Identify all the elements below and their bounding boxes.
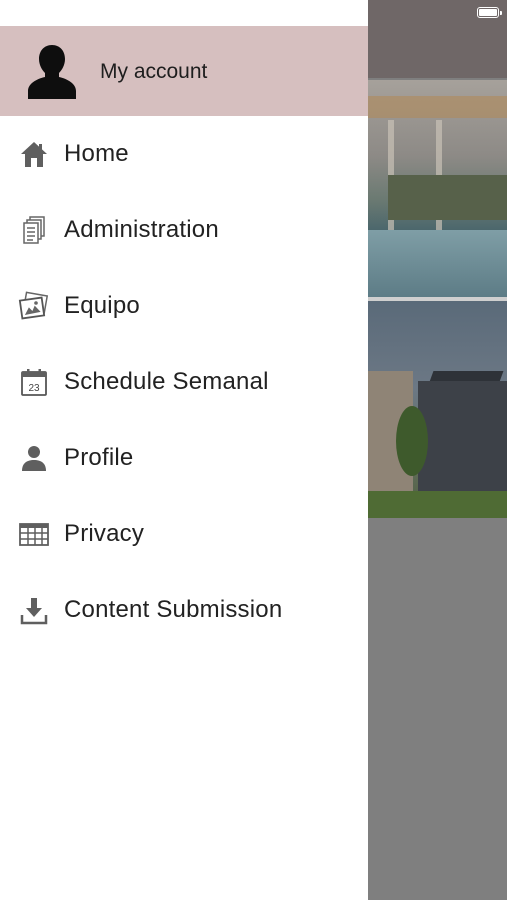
documents-icon (17, 213, 51, 247)
menu-item-label: Privacy (64, 520, 145, 547)
photos-icon (17, 289, 51, 323)
menu-item-label: Administration (64, 216, 219, 243)
download-icon (17, 593, 51, 627)
battery-icon (477, 7, 502, 18)
calendar-icon: 23 (17, 365, 51, 399)
drawer-menu: Home Administration Equipo 23 Schedule S… (0, 116, 368, 648)
menu-item-privacy[interactable]: Privacy (0, 496, 368, 572)
background-photo-pool (368, 80, 507, 297)
menu-item-equipo[interactable]: Equipo (0, 268, 368, 344)
background-photo-houses (368, 301, 507, 518)
account-avatar-icon (28, 45, 76, 99)
menu-item-profile[interactable]: Profile (0, 420, 368, 496)
menu-item-administration[interactable]: Administration (0, 192, 368, 268)
side-drawer: My account Home Administration Equipo 23… (0, 0, 368, 900)
menu-item-schedule-semanal[interactable]: 23 Schedule Semanal (0, 344, 368, 420)
background-app (368, 0, 507, 900)
menu-item-label: Schedule Semanal (64, 368, 269, 395)
home-icon (17, 137, 51, 171)
my-account-button[interactable]: My account (0, 26, 368, 116)
menu-item-label: Equipo (64, 292, 140, 319)
status-bar-spacer (0, 0, 368, 26)
table-icon (17, 517, 51, 551)
menu-item-content-submission[interactable]: Content Submission (0, 572, 368, 648)
menu-item-label: Home (64, 140, 129, 167)
calendar-day-text: 23 (28, 383, 40, 394)
person-icon (17, 441, 51, 475)
menu-item-home[interactable]: Home (0, 116, 368, 192)
background-navbar (368, 0, 507, 78)
my-account-label: My account (100, 60, 208, 83)
menu-item-label: Content Submission (64, 596, 283, 623)
menu-item-label: Profile (64, 444, 134, 471)
